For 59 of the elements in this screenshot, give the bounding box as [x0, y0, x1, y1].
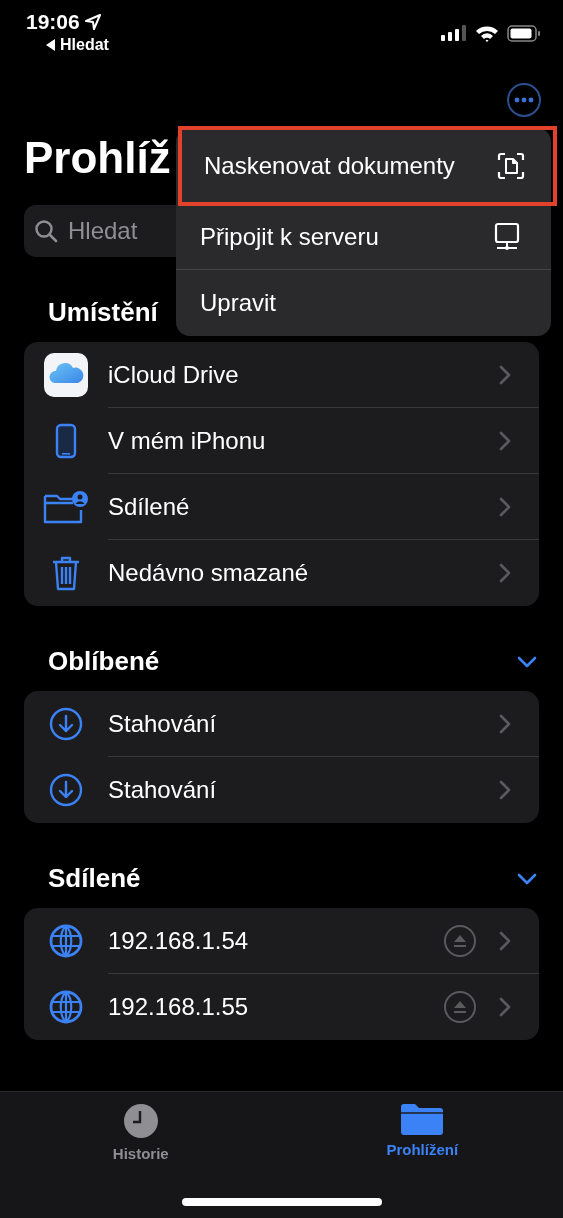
chevron-icon[interactable] — [517, 872, 537, 885]
list-item[interactable]: Nedávno smazané — [24, 540, 539, 606]
download-icon — [49, 773, 83, 807]
list-item[interactable]: 192.168.1.54 — [24, 908, 539, 974]
menu-item[interactable]: Naskenovat dokumenty — [180, 128, 555, 204]
chevron-right-icon — [499, 430, 511, 451]
item-label: Sdílené — [108, 492, 191, 521]
section-title: Oblíbené — [48, 646, 160, 677]
more-button[interactable] — [507, 83, 541, 117]
chevron-right-icon — [499, 930, 511, 951]
document-scan-icon — [497, 151, 525, 180]
chevron-icon[interactable] — [517, 655, 537, 668]
wifi-icon — [475, 24, 499, 42]
battery-icon — [507, 24, 541, 42]
page-title: Prohlíž — [24, 133, 171, 182]
section-title: Umístění — [48, 297, 158, 328]
trash-icon — [51, 555, 81, 591]
item-label: Nedávno smazané — [108, 559, 310, 587]
item-label: V mém iPhonu — [108, 426, 267, 455]
eject-icon[interactable] — [443, 923, 477, 958]
chevron-right-icon — [499, 713, 511, 734]
menu-item[interactable]: Upravit — [176, 270, 551, 336]
monitor-icon — [493, 221, 521, 252]
signal-icon — [441, 25, 467, 41]
list-item[interactable]: V mém iPhonu — [24, 408, 539, 474]
back-link[interactable]: Hledat — [26, 34, 109, 54]
item-label: 192.168.1.54 — [108, 926, 250, 955]
download-icon — [49, 707, 83, 741]
list-item[interactable]: Sdílené — [24, 474, 539, 540]
back-triangle-icon — [46, 39, 56, 51]
search-icon — [34, 219, 58, 243]
tab[interactable]: Prohlížení — [352, 1102, 493, 1163]
section-title: Sdílené — [48, 863, 141, 894]
list-item[interactable]: 192.168.1.55 — [24, 974, 539, 1040]
chevron-right-icon — [499, 364, 511, 385]
menu-item[interactable]: Připojit k serveru — [176, 204, 551, 270]
eject-icon[interactable] — [443, 990, 477, 1024]
chevron-right-icon — [499, 563, 511, 583]
chevron-right-icon — [499, 496, 511, 517]
item-label: Stahování — [108, 709, 218, 738]
folder-icon — [401, 1103, 444, 1135]
item-label: iCloud Drive — [108, 360, 240, 389]
chevron-right-icon — [499, 780, 511, 800]
clock-time: 19:06 — [26, 10, 80, 34]
clock-icon — [122, 1103, 159, 1139]
globe-icon — [49, 990, 83, 1024]
shared-folder-icon — [43, 490, 89, 524]
item-label: 192.168.1.55 — [108, 993, 250, 1021]
globe-icon — [49, 924, 83, 958]
tab[interactable]: Historie — [70, 1102, 211, 1163]
list-item[interactable]: Stahování — [24, 757, 539, 823]
cloud-app-icon — [44, 353, 88, 397]
location-arrow-icon — [83, 13, 102, 31]
more-icon — [514, 97, 534, 103]
phone-icon — [55, 423, 77, 459]
chevron-right-icon — [499, 997, 511, 1017]
item-label: Stahování — [108, 776, 218, 804]
list-item[interactable]: Stahování — [24, 691, 539, 757]
list-item[interactable]: iCloud Drive — [24, 342, 539, 408]
